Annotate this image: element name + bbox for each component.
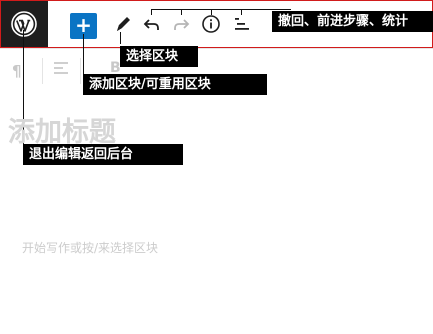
connector-line <box>211 9 212 15</box>
connector-line <box>181 9 182 15</box>
details-button[interactable] <box>200 12 222 36</box>
undo-icon <box>143 19 159 30</box>
annotation-select-block: 选择区块 <box>120 46 198 67</box>
connector-line <box>151 9 291 10</box>
toolbar-divider <box>80 58 81 84</box>
wordpress-logo-icon <box>11 11 37 37</box>
pencil-icon <box>117 17 130 31</box>
connector-line <box>241 9 242 15</box>
toolbar-divider <box>42 58 43 84</box>
annotation-undo-redo: 撤回、前进步骤、统计 <box>272 11 433 32</box>
align-icon[interactable] <box>54 62 68 76</box>
tools-button[interactable] <box>112 12 134 36</box>
redo-button[interactable] <box>170 12 192 36</box>
wordpress-logo-button[interactable] <box>0 0 48 48</box>
annotation-add-block: 添加区块/可重用区块 <box>83 74 267 95</box>
bold-button[interactable]: B <box>110 60 121 76</box>
connector-line <box>120 32 121 44</box>
list-view-button[interactable] <box>231 12 253 36</box>
post-title-input[interactable]: 添加标题 <box>8 110 116 149</box>
paragraph-block-icon[interactable]: ¶ <box>12 62 22 80</box>
block-placeholder[interactable]: 开始写作或按/来选择区块 <box>22 239 158 256</box>
connector-line <box>151 9 152 15</box>
undo-button[interactable] <box>141 12 163 36</box>
list-view-icon <box>235 18 249 30</box>
redo-icon <box>174 19 190 30</box>
connector-line <box>83 34 84 78</box>
info-icon <box>202 15 220 33</box>
